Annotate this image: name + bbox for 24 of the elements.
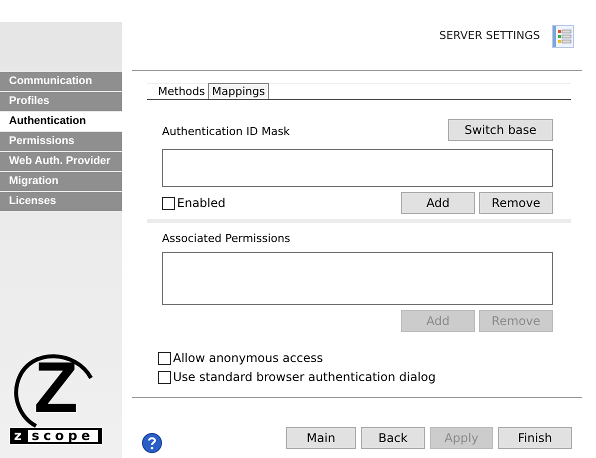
tab[interactable]: Methods <box>155 83 208 99</box>
action-button[interactable]: Remove <box>479 192 553 214</box>
checkbox[interactable] <box>158 370 171 384</box>
text-area[interactable] <box>162 149 553 187</box>
logo-wordmark: z scope <box>10 428 102 444</box>
sidebar-item[interactable]: Authentication <box>0 112 122 131</box>
action-button[interactable]: Switch base <box>448 119 553 141</box>
checkbox[interactable] <box>162 196 175 210</box>
tab[interactable]: Mappings <box>208 83 269 99</box>
field-label: Authentication ID Mask <box>162 124 290 140</box>
checkbox-label: Use standard browser authentication dialog <box>173 371 436 383</box>
help-icon[interactable] <box>142 432 162 452</box>
checkbox-label: Allow anonymous access <box>173 352 323 364</box>
action-button[interactable]: Add <box>401 192 475 214</box>
field-label: Associated Permissions <box>162 231 292 247</box>
page-title: SERVER SETTINGS <box>439 28 540 44</box>
action-button[interactable]: Back <box>361 426 425 448</box>
action-button[interactable]: Main <box>286 426 356 448</box>
action-button[interactable]: Finish <box>498 426 572 448</box>
logo-mark: Z <box>34 352 78 424</box>
checkbox-label: Enabled <box>177 197 226 209</box>
list-icon <box>552 24 574 48</box>
list-box[interactable] <box>162 252 553 304</box>
checkbox[interactable] <box>158 352 171 364</box>
